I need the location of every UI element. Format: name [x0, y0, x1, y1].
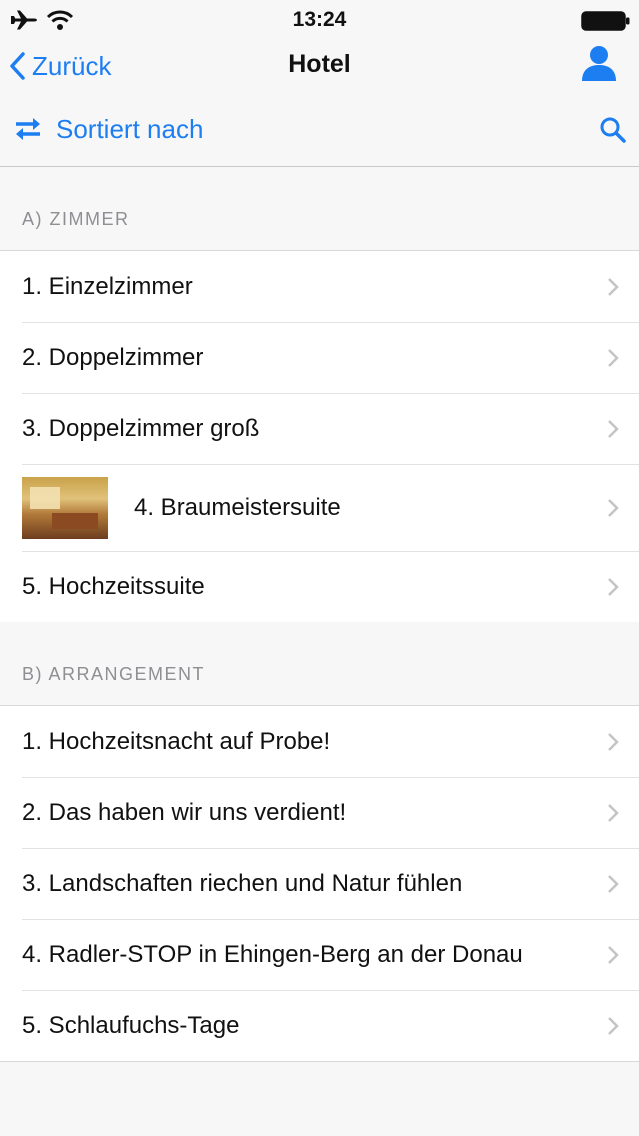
chevron-right-icon [608, 1016, 619, 1035]
list-item-label: 1. Einzelzimmer [22, 272, 193, 300]
battery-icon [581, 11, 631, 36]
list-item-label: 1. Hochzeitsnacht auf Probe! [22, 727, 331, 755]
chevron-right-icon [608, 874, 619, 893]
list-item[interactable]: 5. Schlaufuchs-Tage [0, 990, 639, 1061]
list-item-label: 2. Doppelzimmer [22, 343, 204, 371]
list-item[interactable]: 4. Radler-STOP in Ehingen-Berg an der Do… [0, 919, 639, 990]
content-area: A) ZIMMER 1. Einzelzimmer 2. Doppelzimme… [0, 167, 639, 1136]
chevron-right-icon [608, 419, 619, 438]
list-arrangement: 1. Hochzeitsnacht auf Probe! 2. Das habe… [0, 705, 639, 1062]
chevron-right-icon [608, 803, 619, 822]
section-header-label: A) ZIMMER [22, 209, 130, 229]
navigation-bar: Zurück Hotel [0, 40, 639, 92]
list-item[interactable]: 4. Braumeistersuite [0, 464, 639, 551]
sort-button[interactable]: Sortiert nach [12, 110, 203, 148]
list-item[interactable]: 3. Doppelzimmer groß [0, 393, 639, 464]
suite-thumbnail-image [22, 476, 108, 539]
page-title: Hotel [288, 50, 351, 78]
section-header-arrangement: B) ARRANGEMENT [0, 622, 639, 705]
list-zimmer: 1. Einzelzimmer 2. Doppelzimmer 3. Doppe… [0, 250, 639, 623]
status-time: 13:24 [292, 8, 347, 31]
list-item-label: 4. Radler-STOP in Ehingen-Berg an der Do… [22, 940, 523, 968]
search-icon[interactable] [599, 116, 627, 149]
sort-toolbar: Sortiert nach [0, 92, 639, 167]
chevron-right-icon [608, 498, 619, 517]
list-item-label: 3. Landschaften riechen und Natur fühlen [22, 869, 463, 897]
swap-arrows-icon [16, 118, 40, 140]
list-item[interactable]: 5. Hochzeitssuite [0, 551, 639, 623]
list-item-label: 5. Schlaufuchs-Tage [22, 1011, 240, 1039]
chevron-right-icon [608, 732, 619, 751]
section-header-zimmer: A) ZIMMER [0, 167, 639, 250]
list-item[interactable]: 1. Einzelzimmer [0, 251, 639, 322]
sort-button-label: Sortiert nach [56, 113, 204, 144]
list-item-label: 3. Doppelzimmer groß [22, 414, 260, 442]
list-item[interactable]: 3. Landschaften riechen und Natur fühlen [0, 848, 639, 919]
chevron-right-icon [608, 577, 619, 596]
list-item[interactable]: 2. Das haben wir uns verdient! [0, 777, 639, 848]
chevron-right-icon [608, 277, 619, 296]
list-item[interactable]: 1. Hochzeitsnacht auf Probe! [0, 706, 639, 777]
list-item[interactable]: 2. Doppelzimmer [0, 322, 639, 393]
section-header-label: B) ARRANGEMENT [22, 664, 206, 684]
user-account-icon[interactable] [581, 44, 617, 87]
chevron-right-icon [608, 945, 619, 964]
list-item-label: 2. Das haben wir uns verdient! [22, 798, 347, 826]
status-bar: 13:24 [0, 0, 639, 40]
list-item-label: 5. Hochzeitssuite [22, 572, 205, 600]
chevron-right-icon [608, 348, 619, 367]
list-item-label: 4. Braumeistersuite [134, 493, 341, 521]
